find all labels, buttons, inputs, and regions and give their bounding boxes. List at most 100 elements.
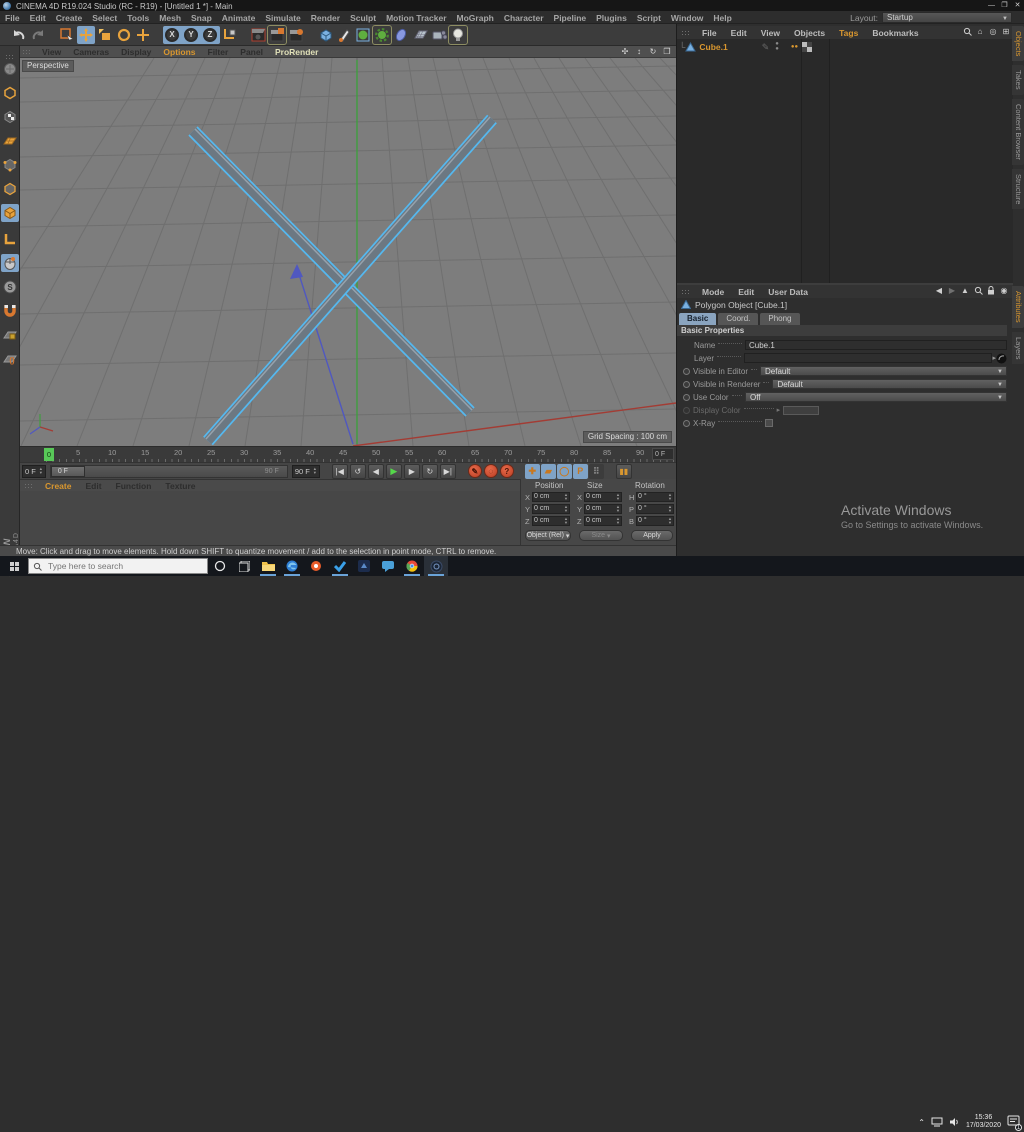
menu-file[interactable]: File <box>0 11 25 25</box>
display-color-swatch[interactable] <box>783 406 819 415</box>
notification-icon[interactable]: 1 <box>1007 1115 1020 1129</box>
menu-sculpt[interactable]: Sculpt <box>345 11 381 25</box>
size-y-field[interactable]: ▲▼ <box>584 504 622 514</box>
menu-edit[interactable]: Edit <box>25 11 51 25</box>
dark-blue-app-icon[interactable] <box>352 556 376 576</box>
minimize-button[interactable]: — <box>985 0 998 11</box>
enable-snap-button[interactable] <box>1 302 19 320</box>
model-mode-button[interactable] <box>1 84 19 102</box>
start-button[interactable] <box>0 556 28 576</box>
om-menu-tags[interactable]: Tags <box>832 28 865 38</box>
close-button[interactable]: ✕ <box>1011 0 1024 11</box>
pos-y-field[interactable]: ▲▼ <box>532 504 570 514</box>
key-position-toggle[interactable]: ✚ <box>525 464 540 479</box>
am-settings-icon[interactable]: ◉ <box>999 286 1009 296</box>
name-input[interactable] <box>746 342 1006 350</box>
om-menu-edit[interactable]: Edit <box>724 28 754 38</box>
layout-dropdown[interactable]: Startup ▼ <box>882 12 1012 23</box>
menu-script[interactable]: Script <box>632 11 666 25</box>
layer-browser-icon[interactable] <box>996 353 1007 364</box>
animation-dot-icon[interactable] <box>683 368 690 375</box>
move-tool[interactable] <box>77 26 95 44</box>
menu-motion-tracker[interactable]: Motion Tracker <box>381 11 451 25</box>
viewport-scene[interactable] <box>20 58 676 446</box>
coord-mode-dropdown[interactable]: Object (Rel) ▾ <box>525 530 571 541</box>
om-menu-grip[interactable] <box>681 30 691 36</box>
object-name[interactable]: Cube.1 <box>699 42 727 52</box>
am-menu-grip[interactable] <box>681 289 691 295</box>
menu-render[interactable]: Render <box>306 11 345 25</box>
viewport-menu-cameras[interactable]: Cameras <box>67 47 115 57</box>
loop-button[interactable]: ↻ <box>422 464 438 479</box>
scale-tool[interactable] <box>96 26 114 44</box>
play-backwards-button[interactable]: ↺ <box>350 464 366 479</box>
am-menu-edit[interactable]: Edit <box>731 287 761 297</box>
add-environment-button[interactable] <box>411 26 429 44</box>
coordinate-system-button[interactable] <box>220 26 238 44</box>
goto-end-button[interactable]: ▶| <box>440 464 456 479</box>
am-up-icon[interactable]: ▲ <box>960 286 970 296</box>
animation-dot-icon[interactable] <box>683 420 690 427</box>
taskbar-clock[interactable]: 15:36 17/03/2020 <box>966 1114 1001 1130</box>
tab-basic[interactable]: Basic <box>679 313 716 325</box>
rot-p-field[interactable]: ▲▼ <box>636 504 674 514</box>
material-manager-area[interactable] <box>20 491 520 545</box>
rot-h-field[interactable]: ▲▼ <box>636 492 674 502</box>
am-forward-icon[interactable]: ▶ <box>947 286 957 296</box>
menu-plugins[interactable]: Plugins <box>591 11 632 25</box>
key-pla-toggle[interactable]: ⠿ <box>589 464 604 479</box>
om-menu-objects[interactable]: Objects <box>787 28 832 38</box>
material-menu-grip[interactable] <box>24 483 34 489</box>
viewport-menu-grip[interactable] <box>22 49 32 55</box>
points-mode-button[interactable] <box>1 156 19 174</box>
layer-field[interactable] <box>744 353 992 363</box>
object-tree[interactable]: └ Cube.1 ✎ ●● ●● <box>677 39 1013 283</box>
side-tab-content-browser[interactable]: Content Browser <box>1012 99 1024 165</box>
maximize-button[interactable]: ❐ <box>998 0 1011 11</box>
chrome-icon[interactable] <box>400 556 424 576</box>
side-tab-objects[interactable]: Objects <box>1012 26 1024 61</box>
timeline-ruler[interactable]: 0 5 10 15 20 25 30 35 40 45 50 55 60 65 … <box>20 446 676 462</box>
last-tool-used[interactable] <box>134 26 152 44</box>
size-z-input[interactable] <box>586 517 614 524</box>
tray-expand-icon[interactable]: ⌃ <box>918 1118 925 1127</box>
pos-x-field[interactable]: ▲▼ <box>532 492 570 502</box>
size-x-input[interactable] <box>586 493 614 500</box>
xray-checkbox[interactable] <box>765 419 773 427</box>
orange-app-icon[interactable] <box>304 556 328 576</box>
enable-axis-button[interactable] <box>1 230 19 248</box>
visibility-dots-icon[interactable]: ●● <box>775 42 779 52</box>
use-color-dropdown[interactable]: Off▼ <box>745 392 1007 402</box>
uvw-tag-icon[interactable] <box>802 42 812 52</box>
am-menu-userdata[interactable]: User Data <box>761 287 815 297</box>
viewport-pan-icon[interactable]: ✣ <box>620 47 630 57</box>
menu-character[interactable]: Character <box>499 11 549 25</box>
cortana-button[interactable] <box>208 556 232 576</box>
om-search-icon[interactable] <box>962 27 972 37</box>
planar-workplane-button[interactable]: () <box>1 350 19 368</box>
om-menu-view[interactable]: View <box>754 28 787 38</box>
add-spline-pen-button[interactable] <box>335 26 353 44</box>
x-axis-lock-button[interactable]: X <box>163 26 181 44</box>
expand-arrow-icon[interactable]: ▸ <box>777 406 781 414</box>
tab-phong[interactable]: Phong <box>760 313 799 325</box>
key-scale-toggle[interactable]: ▰ <box>541 464 556 479</box>
frame-slider[interactable]: 0 F 90 F <box>50 465 288 478</box>
rot-h-input[interactable] <box>638 493 666 500</box>
om-panel-icon[interactable]: ⊞ <box>1001 27 1011 37</box>
object-row-cube1[interactable]: └ Cube.1 ✎ ●● ●● <box>679 41 812 53</box>
add-subdivision-surface-button[interactable] <box>354 26 372 44</box>
apply-button[interactable]: Apply <box>631 530 673 541</box>
z-axis-lock-button[interactable]: Z <box>201 26 219 44</box>
viewport-menu-display[interactable]: Display <box>115 47 157 57</box>
material-menu-texture[interactable]: Texture <box>158 481 202 491</box>
visible-renderer-dropdown[interactable]: Default▼ <box>772 379 1007 389</box>
start-frame-spinner[interactable]: 0 F ▲▼ <box>22 465 46 478</box>
menu-window[interactable]: Window <box>666 11 709 25</box>
animation-dot-icon[interactable] <box>683 394 690 401</box>
blue-check-app-icon[interactable] <box>328 556 352 576</box>
om-path-up-icon[interactable]: ⌂ <box>975 27 985 37</box>
size-z-field[interactable]: ▲▼ <box>584 516 622 526</box>
redo-button[interactable] <box>29 26 47 44</box>
side-tab-layers[interactable]: Layers <box>1012 332 1024 365</box>
